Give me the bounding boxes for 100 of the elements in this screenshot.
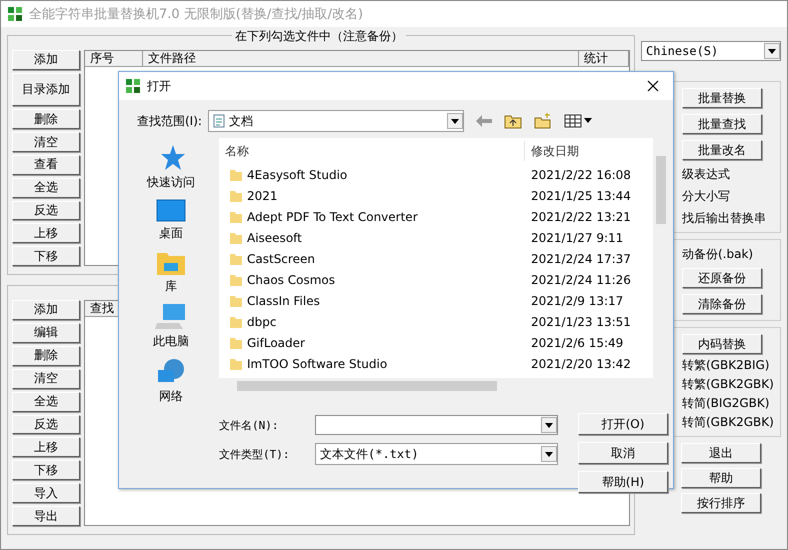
file-name: GifLoader bbox=[247, 336, 305, 350]
app-logo-icon bbox=[7, 6, 23, 22]
file-name-label: 文件名(N): bbox=[219, 418, 280, 432]
file-name: ImTOO Software Studio bbox=[247, 356, 388, 370]
dialog-button[interactable]: 帮助(H) bbox=[578, 471, 668, 493]
option-label: 转繁(GBK2GBK) bbox=[682, 376, 775, 392]
file-row[interactable]: CastScreen 2021/2/24 17:37 bbox=[219, 248, 651, 269]
file-row[interactable]: Aiseesoft 2021/1/27 9:11 bbox=[219, 227, 651, 248]
look-in-label: 查找范围(I): bbox=[137, 112, 202, 130]
file-row[interactable]: Adept PDF To Text Converter 2021/2/22 13:21 bbox=[219, 206, 651, 227]
backup-button[interactable]: 清除备份 bbox=[682, 294, 762, 314]
action-button[interactable]: 批量改名 bbox=[682, 140, 762, 160]
toolbar-button[interactable]: 目录添加 bbox=[12, 72, 80, 106]
place-label[interactable]: 网络 bbox=[159, 388, 183, 405]
up-folder-icon[interactable] bbox=[504, 114, 522, 128]
place-label[interactable]: 桌面 bbox=[159, 225, 183, 242]
view-menu-icon[interactable] bbox=[564, 114, 592, 128]
computer-icon bbox=[155, 303, 187, 331]
column-header[interactable]: 文件路径 bbox=[143, 51, 579, 67]
file-row[interactable]: Chaos Cosmos 2021/2/24 11:26 bbox=[219, 269, 651, 290]
file-date: 2021/2/20 13:42 bbox=[530, 356, 631, 370]
file-name: 4Easysoft Studio bbox=[247, 168, 348, 182]
toolbar-button[interactable]: 删除 bbox=[12, 346, 80, 366]
file-type-select[interactable]: 文本文件(*.txt) bbox=[315, 443, 558, 465]
toolbar-button[interactable]: 下移 bbox=[12, 246, 80, 266]
option-label: 找后输出替换串 bbox=[682, 210, 767, 226]
folder-icon bbox=[229, 168, 243, 182]
folder-icon bbox=[229, 230, 243, 244]
file-date: 2021/1/27 9:11 bbox=[530, 230, 624, 244]
file-row[interactable]: 4Easysoft Studio 2021/2/22 16:08 bbox=[219, 164, 651, 185]
file-name: CastScreen bbox=[247, 252, 315, 266]
folder-icon bbox=[229, 336, 243, 350]
toolbar-button[interactable]: 反选 bbox=[12, 414, 80, 434]
place-label[interactable]: 库 bbox=[165, 278, 177, 295]
column-header[interactable]: 序号 bbox=[85, 51, 143, 67]
file-type-label: 文件类型(T): bbox=[219, 446, 290, 462]
toolbar-button[interactable]: 查看 bbox=[12, 155, 80, 175]
toolbar-button[interactable]: 上移 bbox=[12, 223, 80, 244]
column-header[interactable]: 名称 bbox=[219, 141, 525, 161]
file-name: Chaos Cosmos bbox=[247, 272, 336, 286]
file-row[interactable]: GifLoader 2021/2/6 15:49 bbox=[219, 332, 651, 353]
file-name: Adept PDF To Text Converter bbox=[247, 210, 418, 224]
desktop-icon bbox=[156, 199, 186, 223]
folder-icon bbox=[229, 294, 243, 308]
toolbar-button[interactable]: 导出 bbox=[12, 506, 80, 526]
new-folder-icon[interactable] bbox=[534, 113, 552, 129]
option-label: 转简(BIG2GBK) bbox=[682, 395, 770, 411]
place-label[interactable]: 快速访问 bbox=[147, 174, 195, 191]
file-date: 2021/2/22 13:21 bbox=[530, 210, 631, 224]
toolbar-button[interactable]: 添加 bbox=[12, 50, 80, 70]
folder-icon bbox=[229, 272, 243, 286]
toolbar-button[interactable]: 添加 bbox=[12, 300, 80, 320]
column-header[interactable]: 修改日期 bbox=[525, 141, 645, 161]
backup-button[interactable]: 还原备份 bbox=[682, 268, 762, 288]
option-label: 动备份(.bak) bbox=[682, 246, 754, 262]
file-name: ClassIn Files bbox=[247, 294, 320, 308]
file-row[interactable]: ClassIn Files 2021/2/9 13:17 bbox=[219, 290, 651, 311]
toolbar-button[interactable]: 清空 bbox=[12, 132, 80, 152]
action-button[interactable]: 批量查找 bbox=[682, 114, 762, 134]
toolbar-button[interactable]: 编辑 bbox=[12, 322, 80, 343]
toolbar-button[interactable]: 上移 bbox=[12, 437, 80, 458]
group-title: 在下列勾选文件中（注意备份） bbox=[232, 28, 406, 45]
command-button[interactable]: 退出 bbox=[681, 443, 761, 463]
look-in-select[interactable]: 文档 bbox=[208, 110, 464, 132]
toolbar-button[interactable]: 全选 bbox=[12, 392, 80, 412]
document-icon bbox=[212, 114, 225, 128]
toolbar-button[interactable]: 导入 bbox=[12, 483, 80, 504]
file-name-field[interactable] bbox=[315, 415, 558, 435]
dropdown-arrow-icon bbox=[545, 452, 553, 456]
encoding-button[interactable]: 内码替换 bbox=[682, 334, 762, 354]
option-label: 转简(GBK2GBK) bbox=[682, 414, 775, 430]
file-row[interactable]: ImTOO Software Studio 2021/2/20 13:42 bbox=[219, 353, 651, 374]
option-label: 分大小写 bbox=[682, 188, 731, 204]
file-date: 2021/2/22 16:08 bbox=[530, 168, 631, 182]
dialog-button[interactable]: 打开(O) bbox=[578, 413, 668, 435]
toolbar-button[interactable]: 反选 bbox=[12, 200, 80, 220]
option-label: 转繁(GBK2BIG) bbox=[682, 357, 770, 373]
close-icon bbox=[647, 80, 659, 92]
back-arrow-icon[interactable] bbox=[476, 115, 492, 127]
toolbar-button[interactable]: 清空 bbox=[12, 368, 80, 389]
file-name: Aiseesoft bbox=[247, 230, 302, 244]
dropdown-arrow-icon bbox=[450, 118, 459, 124]
file-row[interactable]: dbpc 2021/1/23 13:51 bbox=[219, 311, 651, 332]
app-logo-icon bbox=[125, 78, 141, 94]
command-button[interactable]: 按行排序 bbox=[681, 493, 761, 513]
file-name: 2021 bbox=[247, 188, 278, 202]
column-header[interactable]: 统计 bbox=[579, 51, 629, 67]
toolbar-button[interactable]: 删除 bbox=[12, 109, 80, 130]
toolbar-button[interactable]: 下移 bbox=[12, 460, 80, 480]
language-select[interactable]: Chinese(S) bbox=[641, 41, 781, 61]
library-folder-icon bbox=[156, 250, 186, 276]
dialog-button[interactable]: 取消 bbox=[578, 442, 668, 464]
file-row[interactable]: 2021 2021/1/25 13:44 bbox=[219, 185, 651, 206]
command-button[interactable]: 帮助 bbox=[681, 468, 761, 488]
action-button[interactable]: 批量替换 bbox=[682, 88, 762, 108]
place-label[interactable]: 此电脑 bbox=[153, 333, 189, 350]
folder-icon bbox=[229, 210, 243, 224]
dropdown-arrow-icon bbox=[768, 48, 776, 54]
file-date: 2021/2/24 17:37 bbox=[530, 252, 631, 266]
toolbar-button[interactable]: 全选 bbox=[12, 178, 80, 198]
